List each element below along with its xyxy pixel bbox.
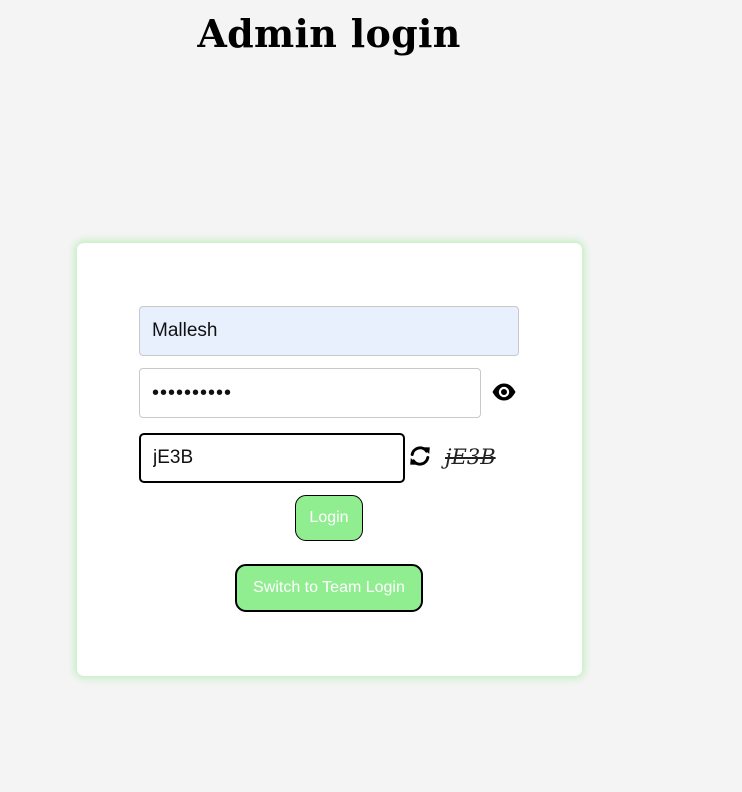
login-card: jE3B Login Switch to Team Login (77, 243, 582, 676)
switch-to-team-login-button[interactable]: Switch to Team Login (235, 564, 423, 612)
eye-icon[interactable] (491, 379, 517, 405)
captcha-challenge-text: jE3B (445, 445, 496, 469)
page-title: Admin login (197, 11, 461, 56)
login-button[interactable]: Login (295, 495, 363, 541)
captcha-input[interactable] (139, 433, 405, 483)
username-input[interactable] (139, 306, 519, 356)
refresh-icon[interactable] (408, 444, 432, 468)
password-input[interactable] (139, 368, 481, 418)
